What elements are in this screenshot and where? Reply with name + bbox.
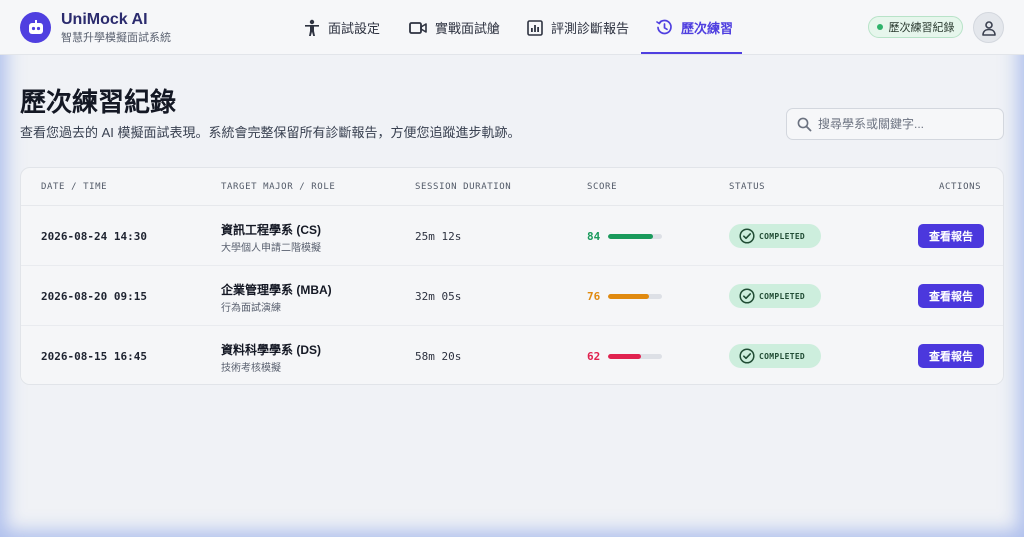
status-badge: COMPLETED: [729, 344, 821, 368]
score-value: 84: [587, 230, 601, 243]
nav-label: 評測診斷報告: [551, 21, 630, 36]
target-major: 企業管理學系 (MBA): [221, 283, 332, 297]
history-records-badge[interactable]: 歷次練習紀錄: [868, 16, 963, 38]
target-role: 技術考核模擬: [221, 363, 281, 374]
column-header-date: DATE / TIME: [41, 182, 108, 192]
view-report-button[interactable]: 查看報告: [918, 224, 984, 248]
bar-chart-icon: [527, 19, 543, 36]
session-date: 2026-08-24 14:30: [41, 230, 147, 243]
status-badge: COMPLETED: [729, 284, 821, 308]
status-label: COMPLETED: [759, 291, 806, 301]
brand-subtitle: 智慧升學模擬面試系統: [61, 32, 171, 44]
nav-item-history[interactable]: 歷次練習: [656, 0, 733, 55]
score-bar-fill: [608, 354, 642, 359]
nav-item-diagnostic-report[interactable]: 評測診斷報告: [527, 0, 629, 55]
score-bar-fill: [608, 294, 650, 299]
score-bar-fill: [608, 234, 654, 239]
table-row: 2026-08-20 09:15 企業管理學系 (MBA) 行為面試演練 32m…: [21, 266, 1003, 326]
app-frame: UniMock AI 智慧升學模擬面試系統 面試設定 實戰面試艙 評測診斷報告 …: [0, 0, 1024, 537]
session-date: 2026-08-20 09:15: [41, 290, 147, 303]
check-circle-icon: [739, 228, 755, 244]
search-input[interactable]: [818, 117, 998, 131]
status-badge: COMPLETED: [729, 224, 821, 248]
table-row: 2026-08-24 14:30 資訊工程學系 (CS) 大學個人申請二階模擬 …: [21, 206, 1003, 266]
user-icon: [981, 20, 996, 36]
history-table: DATE / TIME TARGET MAJOR / ROLE SESSION …: [20, 167, 1004, 385]
column-header-status: STATUS: [729, 182, 766, 192]
check-circle-icon: [739, 348, 755, 364]
search-box[interactable]: [786, 108, 1004, 140]
status-dot-icon: [876, 24, 883, 30]
brand-name: UniMock AI: [61, 11, 148, 28]
score-bar: [608, 294, 662, 299]
column-header-duration: SESSION DURATION: [415, 182, 512, 192]
history-icon: [656, 19, 672, 35]
robot-logo-icon[interactable]: [20, 12, 51, 43]
active-tab-indicator: [641, 52, 742, 54]
user-avatar-button[interactable]: [973, 12, 1004, 43]
table-header: DATE / TIME TARGET MAJOR / ROLE SESSION …: [21, 168, 1003, 206]
status-label: COMPLETED: [759, 351, 806, 361]
search-icon: [797, 117, 812, 131]
score-value: 62: [587, 350, 601, 363]
video-camera-icon: [409, 21, 427, 34]
history-badge-label: 歷次練習紀錄: [888, 22, 955, 34]
nav-item-interview-settings[interactable]: 面試設定: [304, 0, 380, 55]
column-header-actions: ACTIONS: [939, 182, 982, 192]
session-duration: 32m 05s: [415, 290, 462, 303]
score-bar: [608, 234, 662, 239]
nav-label: 面試設定: [328, 21, 381, 36]
nav-label: 歷次練習: [681, 21, 734, 36]
column-header-target: TARGET MAJOR / ROLE: [221, 182, 336, 192]
nav-item-interview-room[interactable]: 實戰面試艙: [409, 0, 500, 55]
score-value: 76: [587, 290, 601, 303]
session-duration: 58m 20s: [415, 350, 462, 363]
target-role: 行為面試演練: [221, 303, 281, 314]
status-label: COMPLETED: [759, 231, 806, 241]
column-header-score: SCORE: [587, 182, 618, 192]
page-subtitle: 查看您過去的 AI 模擬面試表現。系統會完整保留所有診斷報告，方便您追蹤進步軌跡…: [20, 125, 521, 140]
view-report-button[interactable]: 查看報告: [918, 344, 984, 368]
view-report-button[interactable]: 查看報告: [918, 284, 984, 308]
score-bar: [608, 354, 662, 359]
table-row: 2026-08-15 16:45 資料科學學系 (DS) 技術考核模擬 58m …: [21, 326, 1003, 384]
target-role: 大學個人申請二階模擬: [221, 243, 321, 254]
target-major: 資訊工程學系 (CS): [221, 223, 321, 237]
person-icon: [305, 19, 319, 36]
target-major: 資料科學學系 (DS): [221, 343, 321, 357]
page-title: 歷次練習紀錄: [20, 87, 177, 117]
session-date: 2026-08-15 16:45: [41, 350, 147, 363]
top-navigation-bar: UniMock AI 智慧升學模擬面試系統 面試設定 實戰面試艙 評測診斷報告 …: [0, 0, 1024, 55]
session-duration: 25m 12s: [415, 230, 462, 243]
nav-label: 實戰面試艙: [435, 21, 501, 36]
check-circle-icon: [739, 288, 755, 304]
